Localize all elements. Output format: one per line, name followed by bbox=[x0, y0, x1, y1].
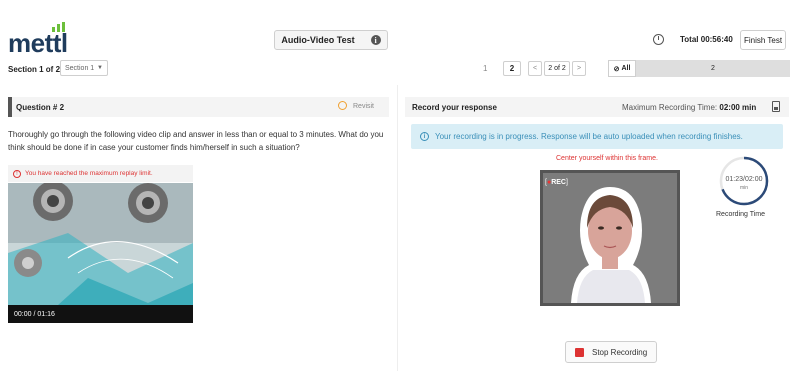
all-questions-button[interactable]: ⊘ All bbox=[608, 60, 636, 77]
prev-page-button[interactable]: < bbox=[528, 61, 542, 76]
recording-time-caption: Recording Time bbox=[716, 211, 766, 218]
all-label: All bbox=[621, 65, 631, 72]
chevron-down-icon: ▼ bbox=[97, 65, 103, 71]
video-player[interactable] bbox=[8, 183, 193, 323]
panel-divider bbox=[397, 85, 398, 371]
recording-info-banner: i Your recording is in progress. Respons… bbox=[411, 124, 783, 149]
info-icon[interactable]: i bbox=[370, 35, 381, 45]
question-navigator[interactable]: 2 bbox=[636, 60, 790, 77]
replay-warning: ! You have reached the maximum replay li… bbox=[8, 165, 193, 182]
rec-label: REC bbox=[551, 179, 566, 186]
rec-indicator: [●REC] bbox=[545, 179, 568, 186]
stop-recording-label: Stop Recording bbox=[592, 347, 648, 357]
camera-preview bbox=[540, 170, 680, 306]
storage-icon bbox=[772, 101, 780, 112]
info-icon: i bbox=[420, 132, 429, 141]
max-recording-value: 02:00 min bbox=[719, 103, 757, 112]
question-badge[interactable]: 2 bbox=[711, 65, 715, 72]
test-title-button[interactable]: Audio-Video Test i bbox=[274, 30, 388, 50]
page-number-current[interactable]: 2 bbox=[503, 61, 521, 76]
stop-recording-button[interactable]: Stop Recording bbox=[565, 341, 657, 363]
grid-icon: ⊘ bbox=[613, 65, 620, 73]
question-title: Question # 2 bbox=[16, 103, 65, 112]
question-text: Thoroughly go through the following vide… bbox=[8, 130, 384, 152]
question-header bbox=[8, 97, 389, 117]
page-number-1[interactable]: 1 bbox=[483, 64, 487, 73]
timer-value: 01:23/02:00 bbox=[725, 176, 763, 183]
timer-unit: min bbox=[739, 185, 749, 191]
clock-icon bbox=[653, 34, 664, 45]
recording-info-text: Your recording is in progress. Response … bbox=[435, 132, 743, 141]
max-recording-label: Maximum Recording Time: bbox=[622, 103, 718, 112]
revisit-icon[interactable] bbox=[338, 101, 347, 110]
app-logo: mettl bbox=[8, 28, 68, 58]
alert-icon: ! bbox=[13, 169, 21, 178]
section-label: Section 1 of 2 bbox=[8, 65, 61, 74]
finish-test-button[interactable]: Finish Test bbox=[740, 30, 786, 50]
section-select-value: Section 1 bbox=[65, 64, 95, 72]
total-timer: Total 00:56:40 bbox=[680, 35, 733, 44]
max-recording-time: Maximum Recording Time: 02:00 min bbox=[622, 103, 756, 112]
page-of-indicator: 2 of 2 bbox=[544, 61, 570, 76]
response-title: Record your response bbox=[412, 103, 497, 112]
center-hint: Center yourself within this frame. bbox=[556, 155, 658, 162]
section-select[interactable]: Section 1 ▼ bbox=[60, 60, 108, 76]
logo-bars-icon bbox=[52, 22, 65, 32]
webcam-image bbox=[543, 173, 677, 303]
next-page-button[interactable]: > bbox=[572, 61, 586, 76]
test-title: Audio-Video Test bbox=[281, 35, 355, 45]
revisit-button[interactable]: Revisit bbox=[353, 103, 374, 110]
stop-icon bbox=[575, 347, 584, 357]
replay-warning-text: You have reached the maximum replay limi… bbox=[25, 170, 153, 177]
video-time: 00:00 / 01:16 bbox=[14, 311, 55, 318]
video-frame-image bbox=[8, 183, 193, 323]
